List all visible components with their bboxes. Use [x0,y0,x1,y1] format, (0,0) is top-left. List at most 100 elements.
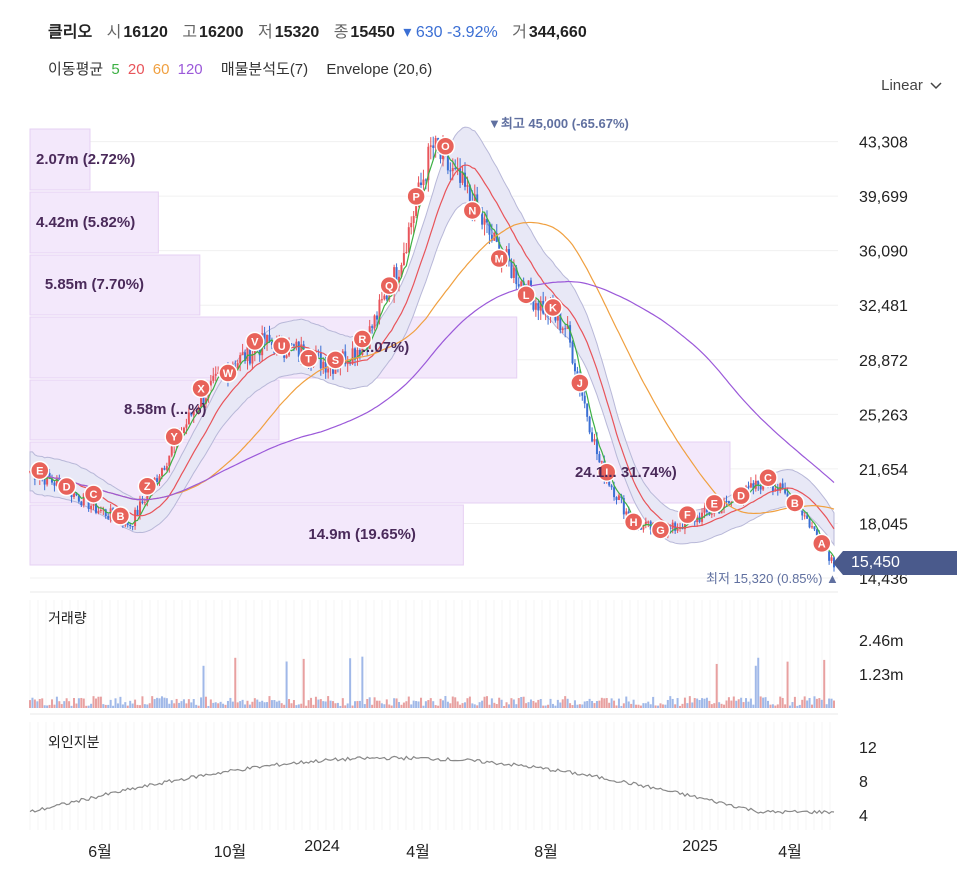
volume-bar [319,699,322,708]
signal-badge[interactable]: U [271,336,292,356]
candle-body [376,315,379,320]
signal-badge[interactable]: H [623,512,644,532]
volume-bar [725,700,728,708]
volume-bar [708,700,711,708]
candle-body [437,138,440,149]
envelope-label[interactable]: Envelope (20,6) [326,61,432,78]
signal-badge[interactable]: L [516,285,536,305]
signal-badge[interactable]: Y [164,426,184,447]
ma120-label[interactable]: 120 [178,61,203,78]
signal-badge[interactable]: S [325,350,346,370]
ma5-label[interactable]: 5 [111,61,119,78]
signal-badge[interactable]: K [543,297,563,318]
candle-body [537,303,540,311]
ma60-label[interactable]: 60 [153,61,170,78]
signal-badge[interactable]: B [785,493,805,513]
volume-panel-title: 거래량 [48,610,87,626]
candle-body [666,528,669,537]
volume-bar [652,696,655,708]
candle-body [635,521,638,528]
volume-bar [757,657,760,708]
price-axis-label: 36,090 [859,244,908,261]
candle-body [754,480,757,489]
signal-badge[interactable]: V [245,331,265,352]
volume-bar [718,702,721,708]
volume-bar [774,705,777,708]
candle-body [85,493,88,495]
candle-body [637,521,640,526]
candle-body [632,522,635,528]
signal-badge[interactable]: X [191,378,211,399]
signal-badge[interactable]: G [650,520,671,540]
volume-bar [80,697,83,708]
candle-body [566,325,569,329]
candle-body [522,281,525,291]
signal-badge[interactable]: A [812,533,832,554]
signal-badge[interactable]: P [406,186,426,207]
candle-body [798,506,801,512]
volume-bar [522,696,525,708]
scale-toggle[interactable]: Linear [881,77,942,94]
candle-body [683,517,686,530]
signal-badge[interactable]: M [489,248,509,269]
ma-label[interactable]: 이동평균 [48,61,103,78]
signal-badge[interactable]: D [56,476,77,497]
signal-badge[interactable]: F [677,504,698,525]
candle-body [503,259,506,261]
candle-body [454,168,457,170]
signal-badge-letter: U [278,341,286,353]
candle-body [600,461,603,463]
volume-bar [625,696,628,708]
candle-body [292,344,295,346]
candle-body [586,403,589,417]
volume-bar [231,701,234,708]
candle-body [234,367,237,369]
price-axis-label: 32,481 [859,298,908,315]
ticker-header: 클리오 시 16120 고 16200 저 15320 종 15450 ▾ 630 -3… [48,18,587,42]
volume-bar [617,698,620,708]
volume-bar [53,704,56,708]
signal-badge[interactable]: B [110,506,131,526]
volume-bar [346,703,349,708]
volume-bar [143,704,146,708]
signal-badge-letter: A [818,538,826,550]
signal-badge[interactable]: Q [379,275,399,296]
candle-body [60,481,63,493]
signal-badge[interactable]: E [30,460,50,481]
candle-body [534,303,537,310]
signal-badge[interactable]: T [298,348,319,369]
signal-badge[interactable]: W [218,363,238,383]
candle-body [58,478,61,482]
volume-bar [415,701,418,708]
volume-bar [620,705,623,708]
candle-body [402,253,405,265]
volume-bar [705,697,708,708]
signal-badge[interactable]: C [83,484,104,504]
volume-bar [754,665,757,708]
high-label: 고 [182,24,198,41]
candle-body [285,355,288,358]
signal-badge[interactable]: D [731,485,751,506]
signal-badge-letter: C [90,489,98,501]
candle-body [405,251,408,254]
signal-badge[interactable]: J [570,373,590,393]
volume-bar [825,704,828,708]
signal-badge[interactable]: Z [137,476,158,496]
signal-badge[interactable]: O [435,136,456,156]
volume-bar [471,703,474,708]
signal-badge[interactable]: C [758,467,778,488]
volume-bar [735,700,738,708]
candle-body [676,528,679,531]
signal-badge[interactable]: N [462,200,483,221]
ma20-label[interactable]: 20 [128,61,145,78]
envelope-band [29,126,835,547]
volume-bar [241,699,244,708]
volume-bar [136,704,139,708]
signal-badge-circle [623,512,644,532]
signal-badge[interactable]: E [704,493,725,514]
volume-bar [752,704,755,708]
candle-body [314,351,317,357]
volume-bar [556,699,559,708]
price-chart[interactable]: EDCBZYXWV UT SRQPONMLKJIHGFEDCBA 43,30839,… [0,0,966,879]
volume-analysis-label[interactable]: 매물분석도(7) [221,61,308,78]
